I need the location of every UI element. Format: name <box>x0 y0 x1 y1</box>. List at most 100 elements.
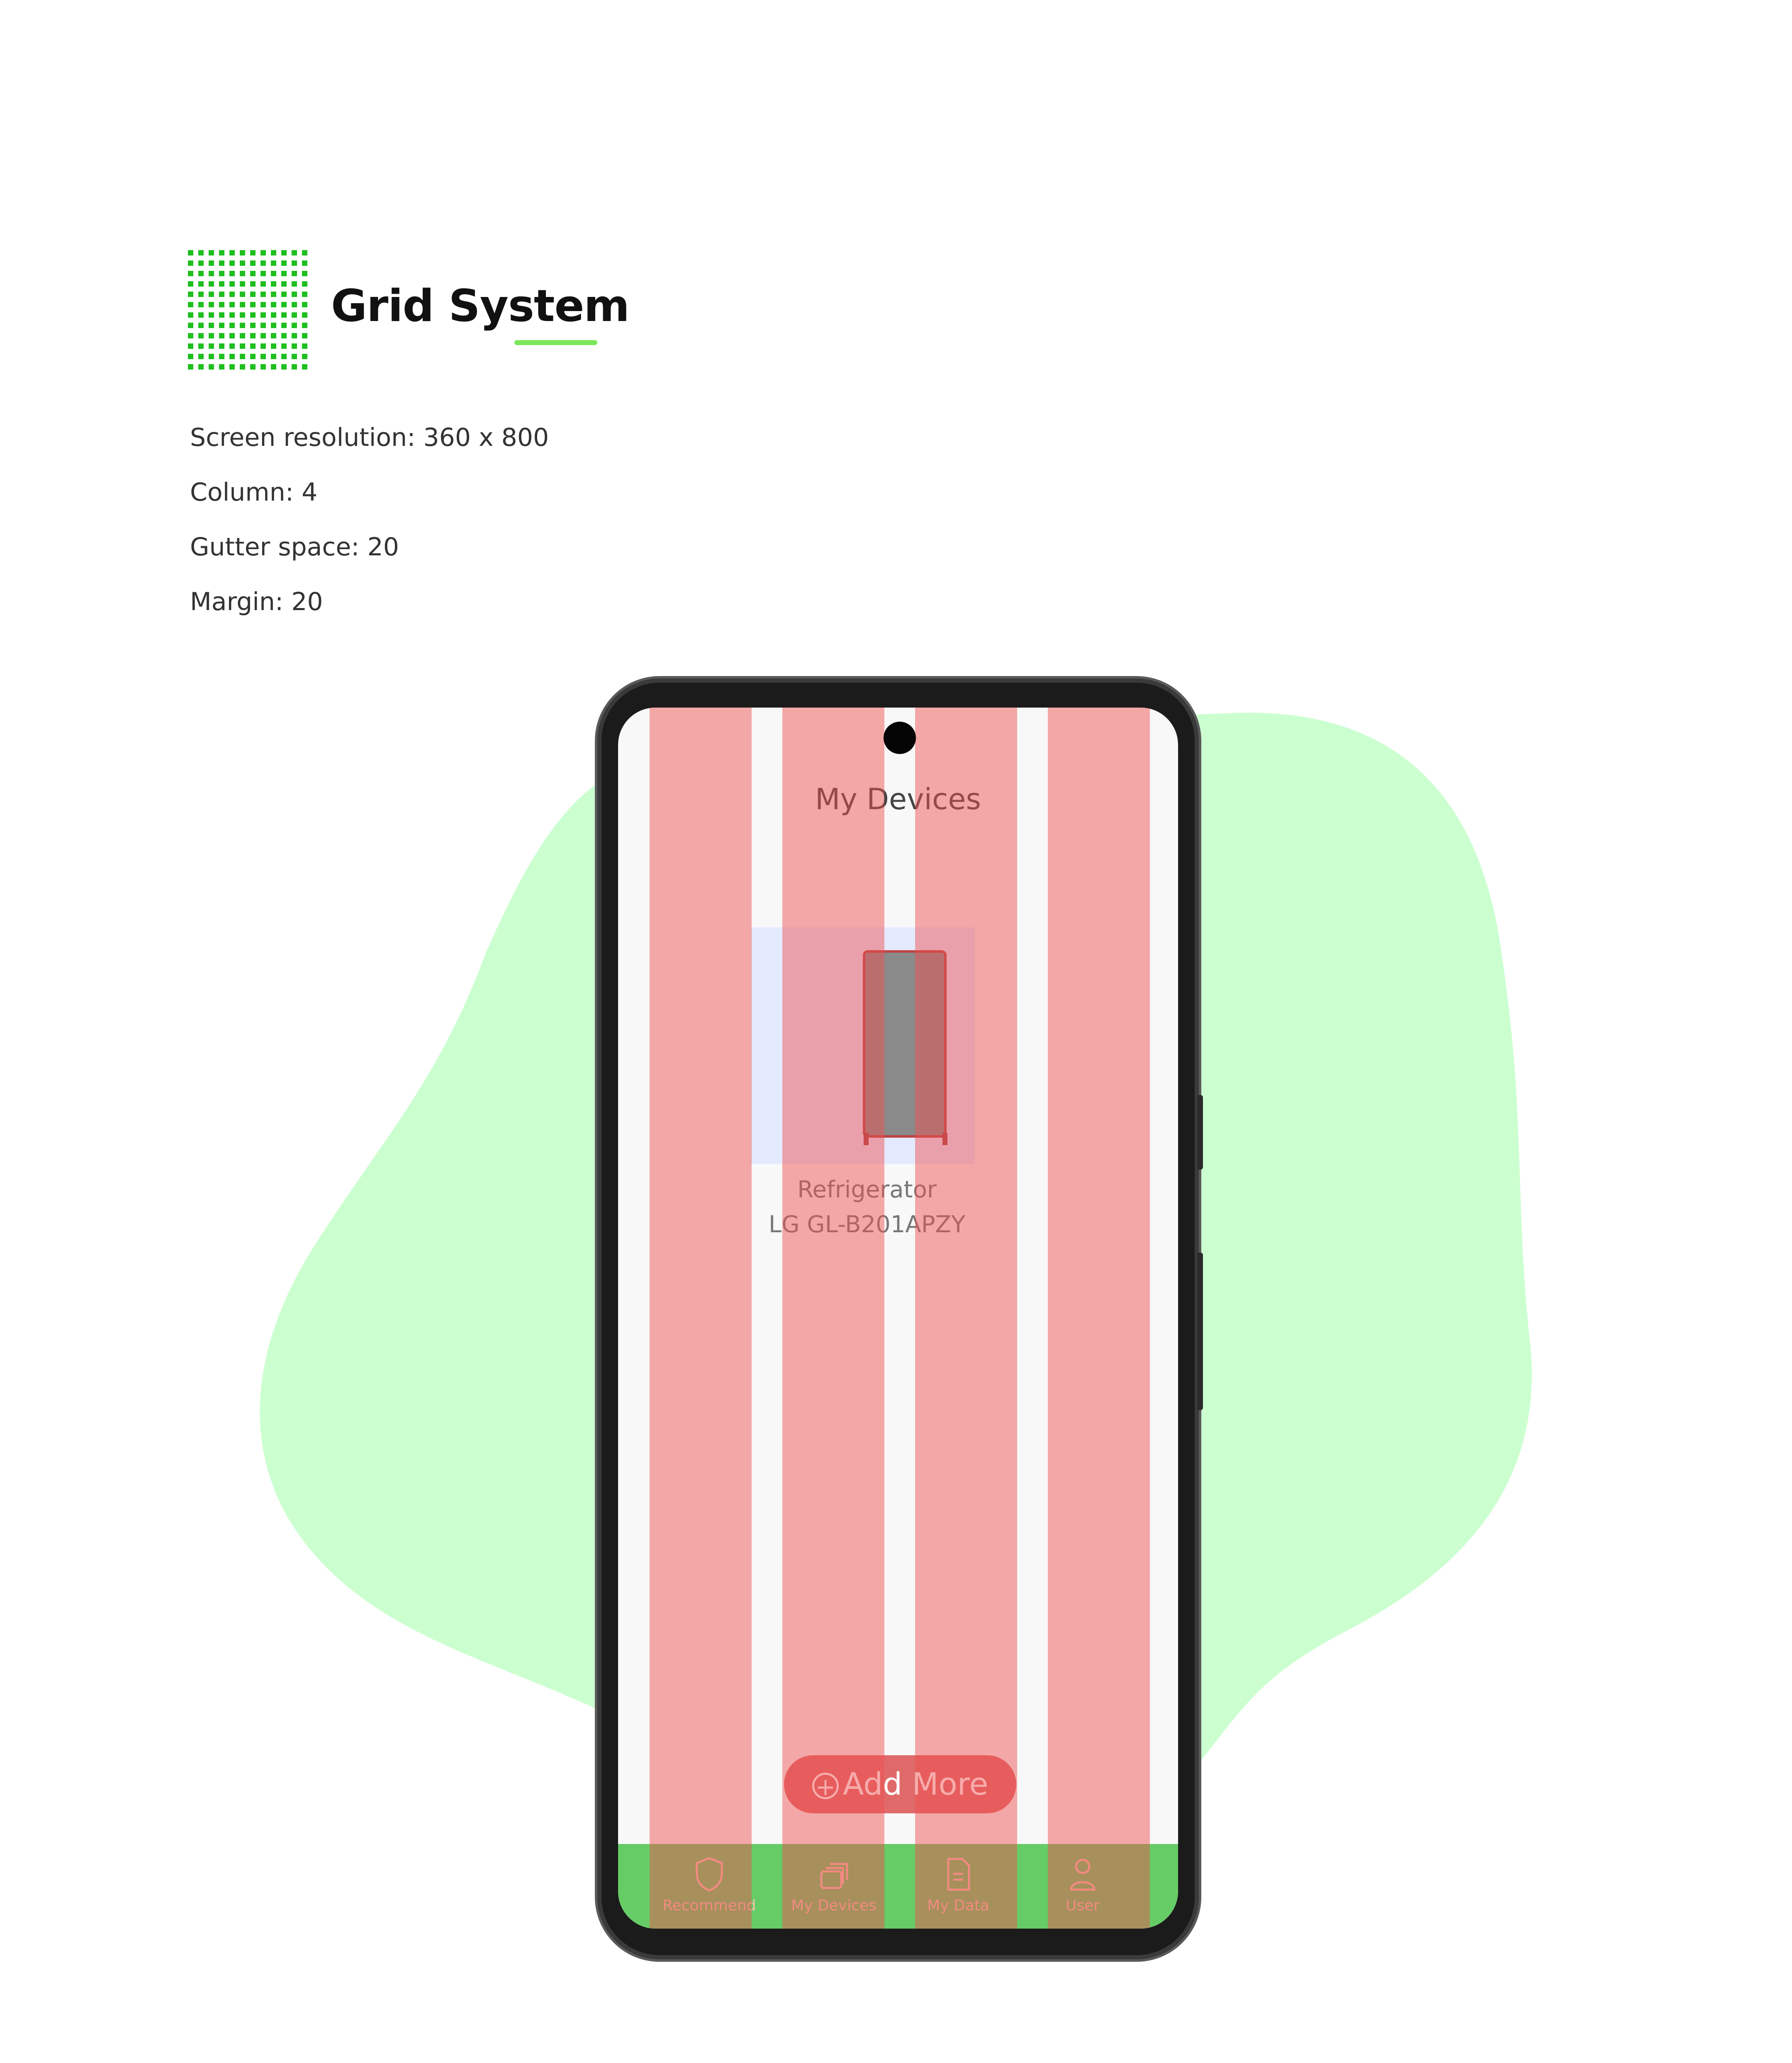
logo-dot <box>302 271 307 276</box>
logo-dot <box>209 354 214 359</box>
logo-dot <box>219 271 224 276</box>
logo-dot <box>219 323 224 328</box>
phone-volume-button <box>1197 1253 1203 1410</box>
logo-dot <box>292 302 297 307</box>
logo-dot <box>292 364 297 370</box>
logo-dot <box>188 312 193 318</box>
device-card[interactable] <box>751 927 975 1164</box>
title-underline <box>514 340 597 345</box>
logo-dot <box>229 281 235 287</box>
logo-dot <box>209 292 214 297</box>
logo-dot <box>198 271 204 276</box>
logo-dot <box>229 343 235 349</box>
logo-dot <box>219 354 224 359</box>
dot-grid-logo-icon <box>188 250 307 370</box>
logo-dot <box>188 281 193 287</box>
shield-icon <box>696 1857 723 1892</box>
logo-dot <box>219 292 224 297</box>
spec-gutter: Gutter space: 20 <box>190 533 399 562</box>
logo-dot <box>209 333 214 338</box>
logo-dot <box>198 323 204 328</box>
spec-columns: Column: 4 <box>190 478 318 507</box>
logo-dot <box>240 292 245 297</box>
logo-dot <box>198 292 204 297</box>
logo-dot <box>281 260 287 266</box>
logo-dot <box>292 343 297 349</box>
logo-dot <box>281 292 287 297</box>
logo-dot <box>209 271 214 276</box>
logo-dot <box>250 333 256 338</box>
logo-dot <box>209 343 214 349</box>
logo-dot <box>229 302 235 307</box>
logo-dot <box>292 292 297 297</box>
grid-column <box>782 708 884 1929</box>
logo-dot <box>302 312 307 318</box>
logo-dot <box>271 333 276 338</box>
logo-dot <box>198 281 204 287</box>
logo-dot <box>302 260 307 266</box>
logo-dot <box>261 312 266 318</box>
logo-dot <box>198 354 204 359</box>
fridge-leg <box>942 1133 947 1145</box>
logo-dot <box>271 271 276 276</box>
logo-dot <box>240 281 245 287</box>
logo-dot <box>209 312 214 318</box>
front-camera <box>884 722 916 754</box>
logo-dot <box>302 343 307 349</box>
logo-dot <box>292 312 297 318</box>
logo-dot <box>292 281 297 287</box>
nav-user[interactable]: User <box>1020 1844 1145 1929</box>
logo-dot <box>219 260 224 266</box>
logo-dot <box>261 260 266 266</box>
logo-dot <box>188 260 193 266</box>
add-more-button[interactable]: + Add More <box>784 1755 1016 1813</box>
add-more-label: Add More <box>842 1766 989 1802</box>
logo-dot <box>250 354 256 359</box>
logo-dot <box>188 250 193 255</box>
logo-dot <box>188 323 193 328</box>
logo-dot <box>271 354 276 359</box>
nav-label: User <box>1065 1897 1100 1914</box>
devices-icon <box>820 1863 848 1889</box>
logo-dot <box>240 260 245 266</box>
logo-dot <box>271 281 276 287</box>
refrigerator-image <box>863 950 947 1138</box>
logo-dot <box>198 312 204 318</box>
fridge-leg <box>864 1133 869 1145</box>
nav-recommend[interactable]: Recommend <box>647 1844 772 1929</box>
logo-dot <box>281 271 287 276</box>
logo-dot <box>281 323 287 328</box>
logo-dot <box>188 343 193 349</box>
logo-dot <box>219 364 224 370</box>
logo-dot <box>250 292 256 297</box>
nav-my-data[interactable]: My Data <box>896 1844 1020 1929</box>
logo-dot <box>271 312 276 318</box>
logo-dot <box>261 271 266 276</box>
logo-dot <box>198 333 204 338</box>
logo-dot <box>271 250 276 255</box>
logo-dot <box>271 364 276 370</box>
logo-dot <box>250 250 256 255</box>
logo-dot <box>240 312 245 318</box>
logo-dot <box>292 354 297 359</box>
logo-dot <box>302 333 307 338</box>
logo-dot <box>281 333 287 338</box>
logo-dot <box>271 343 276 349</box>
logo-dot <box>281 250 287 255</box>
logo-dot <box>240 323 245 328</box>
logo-dot <box>240 333 245 338</box>
logo-dot <box>261 292 266 297</box>
document-icon <box>947 1858 970 1891</box>
logo-dot <box>271 323 276 328</box>
logo-dot <box>250 302 256 307</box>
logo-dot <box>250 260 256 266</box>
logo-dot <box>229 312 235 318</box>
logo-dot <box>198 302 204 307</box>
logo-dot <box>188 271 193 276</box>
nav-my-devices[interactable]: My Devices <box>772 1844 896 1929</box>
spec-margin: Margin: 20 <box>190 587 323 616</box>
logo-dot <box>240 250 245 255</box>
logo-dot <box>229 333 235 338</box>
logo-dot <box>302 292 307 297</box>
logo-dot <box>240 354 245 359</box>
